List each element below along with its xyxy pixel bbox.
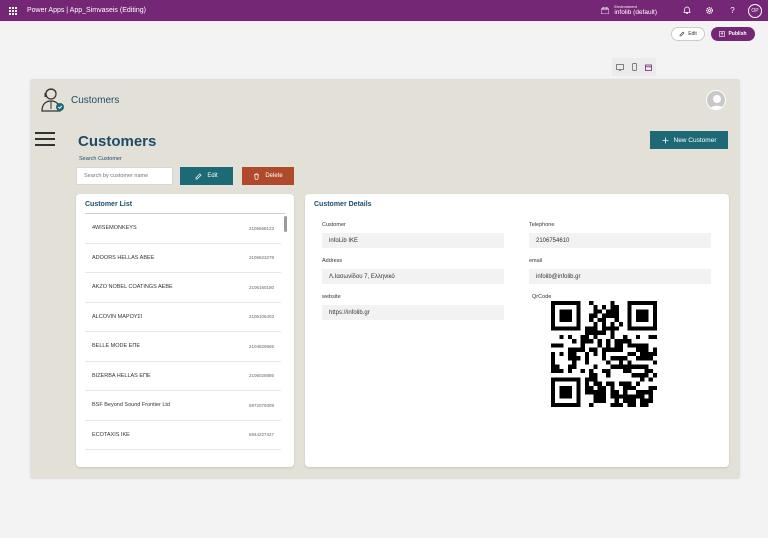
search-label: Search Customer: [79, 156, 122, 162]
new-customer-label: New Customer: [673, 136, 717, 144]
customer-phone: 2106028886: [248, 373, 274, 379]
customer-name: BIZERBA HELLAS ΕΠΕ: [92, 372, 151, 379]
list-item[interactable]: 4WISEMONKEYS 2106668123: [85, 214, 281, 244]
customer-name: 4WISEMONKEYS: [92, 225, 137, 232]
edit-app-button[interactable]: Edit: [671, 27, 705, 41]
top-bar-right: Environment infolib (default) ? OP: [601, 0, 762, 21]
customer-label: Customer: [322, 222, 346, 228]
plus-icon: [662, 137, 668, 143]
customer-name: ADOORS HELLAS ABEE: [92, 254, 155, 261]
phone-icon[interactable]: [632, 63, 637, 71]
customer-phone: 2104829565: [248, 343, 274, 349]
environment-icon: [601, 7, 610, 14]
customer-phone: 2106160180: [248, 284, 274, 290]
hamburger-icon[interactable]: [35, 132, 55, 146]
environment-picker[interactable]: Environment infolib (default): [601, 4, 657, 17]
address-label: Address: [322, 258, 343, 264]
customer-phone: 6972079309: [248, 402, 274, 408]
list-item[interactable]: BELLE MODE ΕΠΕ 2104829565: [85, 332, 281, 362]
customer-details-card: Customer Details Customer infoLib IKE Te…: [305, 194, 729, 467]
page-title: Customers: [78, 133, 157, 150]
website-label: website: [322, 294, 341, 300]
user-avatar[interactable]: OP: [748, 3, 762, 18]
list-item[interactable]: ECOTAXIS IKE 6944227427: [85, 421, 281, 450]
app-title: Power Apps | App_Simvaseis (Editing): [27, 7, 146, 14]
customer-list-card: Customer List 4WISEMONKEYS 2106668123 ADO…: [76, 194, 294, 467]
customer-phone: 2106668123: [248, 225, 274, 231]
top-bar: Power Apps | App_Simvaseis (Editing) Env…: [0, 0, 768, 21]
edit-app-label: Edit: [688, 31, 697, 37]
customer-name: BELLE MODE ΕΠΕ: [92, 343, 140, 350]
search-input[interactable]: [76, 167, 173, 185]
publish-label: Publish: [728, 31, 747, 37]
customer-list: 4WISEMONKEYS 2106668123 ADOORS HELLAS ABE…: [85, 214, 281, 450]
customer-value: infoLib IKE: [322, 233, 504, 248]
tablet-icon[interactable]: [616, 63, 624, 71]
customer-details-title: Customer Details: [314, 201, 372, 208]
email-label: email: [529, 258, 543, 264]
new-customer-button[interactable]: New Customer: [650, 131, 728, 149]
help-icon[interactable]: ?: [728, 6, 737, 15]
calendar-icon[interactable]: [645, 64, 652, 71]
delete-button[interactable]: Delete: [242, 167, 294, 185]
publish-button[interactable]: Publish: [711, 27, 755, 41]
customer-name: BSF Beyond Sound Frontier Ltd: [92, 402, 170, 409]
list-item[interactable]: ADOORS HELLAS ABEE 2106623278: [85, 244, 281, 273]
bell-icon[interactable]: [682, 6, 691, 15]
avatar-icon[interactable]: [706, 90, 726, 110]
scrollbar[interactable]: [284, 216, 287, 232]
device-toggle-bar: [612, 58, 656, 76]
waffle-icon[interactable]: [9, 6, 17, 15]
customer-phone: 2106623278: [248, 255, 274, 261]
pencil-icon: [679, 31, 685, 37]
app-header-title: Customers: [71, 95, 120, 106]
list-item[interactable]: AKZO NOBEL COATINGS AEBE 2106160180: [85, 273, 281, 303]
customer-phone: 6944227427: [248, 432, 274, 438]
address-value: Λ.Ιασωνίδου 7, Ελληνικό: [322, 269, 504, 284]
list-item[interactable]: ALCOVIN ΜΑΡΟΥΣΙ 2106106403: [85, 303, 281, 332]
telephone-label: Telephone: [529, 222, 555, 228]
customer-name: AKZO NOBEL COATINGS AEBE: [92, 284, 173, 291]
customer-service-icon: [41, 88, 64, 112]
edit-button[interactable]: Edit: [180, 167, 233, 185]
telephone-value: 2106754610: [529, 233, 711, 248]
gear-icon[interactable]: [705, 6, 714, 15]
environment-name: infolib (default): [614, 8, 657, 16]
delete-button-label: Delete: [265, 173, 283, 179]
app-screen: Customers Customers Search Customer Edit…: [31, 80, 739, 478]
qr-code: [551, 301, 657, 407]
customer-name: ECOTAXIS IKE: [92, 431, 130, 438]
website-value: https://infolib.gr: [322, 305, 504, 320]
customer-list-title: Customer List: [85, 201, 133, 208]
customer-name: ALCOVIN ΜΑΡΟΥΣΙ: [92, 313, 143, 320]
trash-icon: [254, 172, 260, 180]
customer-phone: 2106106403: [248, 314, 274, 320]
edit-button-label: Edit: [207, 173, 218, 179]
pencil-icon: [195, 173, 202, 179]
list-item[interactable]: BSF Beyond Sound Frontier Ltd 6972079309: [85, 391, 281, 421]
qrcode-label: QrCode: [532, 294, 552, 300]
email-value: infolib@infolib.gr: [529, 269, 711, 284]
publish-icon: [719, 31, 726, 37]
list-item[interactable]: BIZERBA HELLAS ΕΠΕ 2106028886: [85, 362, 281, 391]
